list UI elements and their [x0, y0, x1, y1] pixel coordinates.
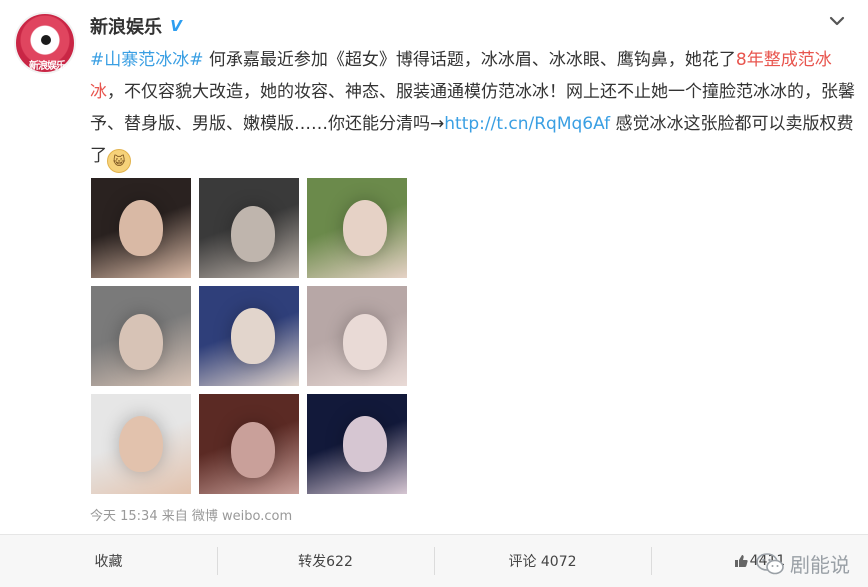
- comment-label: 评论 4072: [508, 554, 577, 570]
- photo-2[interactable]: [199, 178, 299, 278]
- photo-8[interactable]: [199, 394, 299, 494]
- photo-9[interactable]: [307, 394, 407, 494]
- cat-face-icon: 😺: [107, 149, 131, 173]
- verified-icon: V: [168, 17, 184, 35]
- face-shape: [119, 416, 163, 472]
- eye-logo-icon: [37, 31, 55, 49]
- hashtag-link[interactable]: #山寨范冰冰#: [90, 50, 204, 70]
- face-shape: [119, 314, 163, 370]
- wechat-icon: [756, 552, 784, 574]
- image-grid: [91, 178, 407, 494]
- face-shape: [343, 200, 387, 256]
- source-link[interactable]: 微博 weibo.com: [192, 509, 292, 524]
- face-shape: [343, 314, 387, 370]
- face-shape: [343, 416, 387, 472]
- comment-button[interactable]: 评论 4072: [434, 535, 651, 587]
- author-name[interactable]: 新浪娱乐: [90, 13, 162, 39]
- photo-7[interactable]: [91, 394, 191, 494]
- watermark-text: 剧能说: [790, 553, 850, 577]
- photo-6[interactable]: [307, 286, 407, 386]
- post-meta: 今天 15:34 来自 微博 weibo.com: [90, 505, 292, 524]
- favorite-label: 收藏: [94, 554, 123, 570]
- post-text-part: 何承嘉最近参加《超女》博得话题，冰冰眉、冰冰眼、鹰钩鼻，她花了: [208, 50, 736, 70]
- favorite-button[interactable]: 收藏: [0, 535, 217, 587]
- post-text: #山寨范冰冰# 何承嘉最近参加《超女》博得话题，冰冰眉、冰冰眼、鹰钩鼻，她花了8…: [90, 44, 860, 173]
- author-header: 新浪娱乐 V: [90, 13, 184, 39]
- photo-3[interactable]: [307, 178, 407, 278]
- avatar-logo-text: 新浪娱乐: [29, 61, 66, 72]
- short-link[interactable]: http://t.cn/RqMq6Af: [444, 114, 610, 134]
- face-shape: [231, 308, 275, 364]
- face-shape: [119, 200, 163, 256]
- timestamp[interactable]: 今天 15:34: [90, 509, 158, 524]
- photo-4[interactable]: [91, 286, 191, 386]
- chevron-down-icon[interactable]: [828, 12, 846, 30]
- repost-label: 转发622: [298, 554, 353, 570]
- watermark: 剧能说: [756, 549, 850, 578]
- thumbs-up-icon: [734, 555, 748, 567]
- face-shape: [231, 206, 275, 262]
- face-shape: [231, 422, 275, 478]
- action-bar: 收藏 转发622 评论 4072 4411: [0, 534, 868, 587]
- source-prefix: 来自: [161, 509, 188, 524]
- photo-1[interactable]: [91, 178, 191, 278]
- photo-5[interactable]: [199, 286, 299, 386]
- avatar[interactable]: 新浪娱乐: [14, 12, 76, 74]
- repost-button[interactable]: 转发622: [217, 535, 434, 587]
